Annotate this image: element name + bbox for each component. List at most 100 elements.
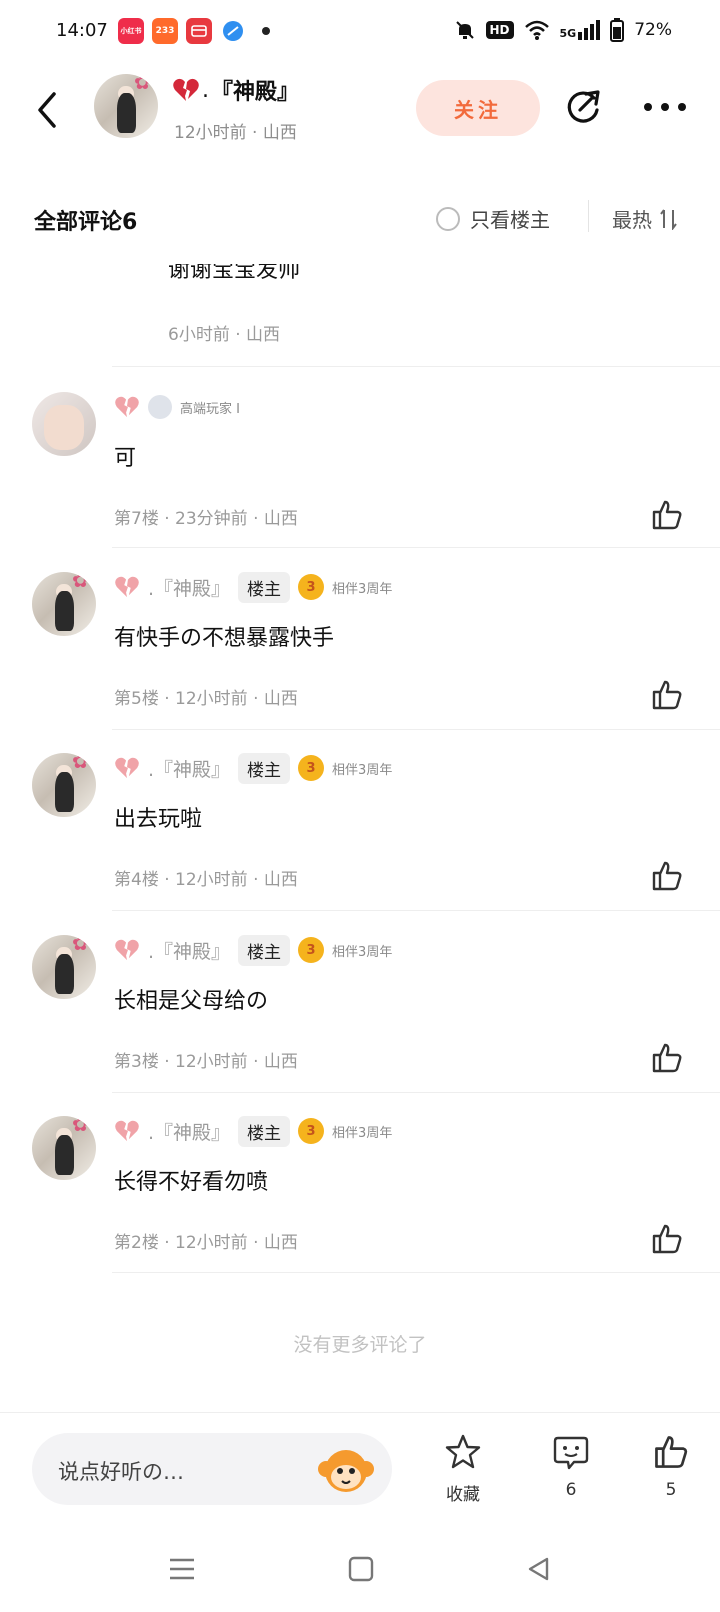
divider <box>112 910 720 911</box>
home-square-icon[interactable] <box>348 1556 374 1582</box>
author-meta: 12小时前 · 山西 <box>174 123 297 143</box>
comment-author-row[interactable]: .『神殿』 楼主 3 相伴3周年 <box>114 571 393 603</box>
thumbs-up-icon[interactable] <box>650 1041 684 1075</box>
radio-circle-icon <box>436 206 460 231</box>
comment-author-row[interactable]: .『神殿』 楼主 3 相伴3周年 <box>114 934 393 966</box>
battery-level: 72% <box>634 20 672 40</box>
thumbs-up-icon[interactable] <box>650 1222 684 1256</box>
comment-author-name: .『神殿』 <box>148 1121 231 1144</box>
signal-icon: 5G <box>560 20 601 40</box>
owner-badge: 楼主 <box>238 571 291 603</box>
status-indicators: HD 5G 72% <box>454 18 672 42</box>
status-time: 14:07 <box>56 20 108 41</box>
comment-item[interactable]: ✿ .『神殿』 楼主 3 相伴3周年 有快手の不想暴露快手 第5楼 · 12小时… <box>0 560 720 728</box>
comment-meta: 第3楼 · 12小时前 · 山西 <box>114 1052 298 1072</box>
comment-meta: 第2楼 · 12小时前 · 山西 <box>114 1233 298 1253</box>
commenter-avatar[interactable]: ✿ <box>32 1116 96 1180</box>
battery-icon <box>610 18 625 42</box>
author-avatar[interactable]: ✿ <box>94 74 158 138</box>
commenter-avatar[interactable]: ✿ <box>32 572 96 636</box>
commenter-avatar[interactable] <box>32 392 96 456</box>
divider <box>112 1092 720 1093</box>
comment-count-button[interactable]: 6 <box>536 1433 606 1500</box>
comments-header: 全部评论6 只看楼主 最热 <box>0 190 720 246</box>
medal-text: 相伴3周年 <box>332 762 393 778</box>
anniversary-medal-icon: 3 <box>298 574 325 600</box>
user-tag: 高端玩家 I <box>180 401 240 417</box>
comment-author-name: .『神殿』 <box>148 577 231 600</box>
star-icon <box>445 1434 481 1469</box>
thumbs-up-icon <box>655 1436 688 1468</box>
partial-reply-text: 谢谢宝宝发帅 <box>168 264 301 283</box>
comment-input[interactable]: 说点好听の… <box>32 1433 392 1505</box>
follow-button[interactable]: 关注 <box>416 80 540 136</box>
like-count: 5 <box>665 1480 677 1500</box>
comment-author-row[interactable]: 高端玩家 I <box>114 392 240 422</box>
broken-heart-icon <box>115 576 139 598</box>
system-navigation-bar <box>0 1532 720 1612</box>
wallet-app-icon <box>186 18 212 44</box>
anniversary-medal-icon: 3 <box>298 1118 325 1144</box>
comment-meta: 第5楼 · 12小时前 · 山西 <box>114 689 298 709</box>
comment-count: 6 <box>565 1480 577 1500</box>
comment-meta: 第4楼 · 12小时前 · 山西 <box>114 870 298 890</box>
post-header: ✿ . 『神殿』 12小时前 · 山西 <box>0 66 720 156</box>
author-name-row[interactable]: . 『神殿』 <box>172 74 299 106</box>
like-count-button[interactable]: 5 <box>636 1433 706 1500</box>
medal-text: 相伴3周年 <box>332 944 393 960</box>
flower-decoration-icon: ✿ <box>72 572 89 592</box>
medal-text: 相伴3周年 <box>332 581 393 597</box>
broken-heart-icon <box>173 78 199 101</box>
broken-heart-icon <box>115 757 139 779</box>
partial-reply-text-clip: 谢谢宝宝发帅 <box>168 264 568 284</box>
flower-decoration-icon: ✿ <box>72 935 89 955</box>
comment-item[interactable]: ✿ .『神殿』 楼主 3 相伴3周年 长得不好看勿喷 第2楼 · 12小时前 ·… <box>0 1104 720 1272</box>
favorite-button[interactable]: 收藏 <box>428 1433 498 1505</box>
comment-bubble-icon <box>553 1436 589 1470</box>
owner-badge: 楼主 <box>238 752 291 784</box>
owner-badge: 楼主 <box>238 934 291 966</box>
only-owner-toggle[interactable]: 只看楼主 <box>436 204 550 233</box>
divider <box>588 200 589 232</box>
flower-decoration-icon: ✿ <box>72 753 89 773</box>
comment-item[interactable]: ✿ .『神殿』 楼主 3 相伴3周年 出去玩啦 第4楼 · 12小时前 · 山西 <box>0 741 720 909</box>
comment-meta: 第7楼 · 23分钟前 · 山西 <box>114 509 298 529</box>
broken-heart-icon <box>115 1120 139 1142</box>
hd-badge: HD <box>485 21 514 39</box>
thumbs-up-icon[interactable] <box>650 498 684 532</box>
xiaohongshu-app-icon: 小红书 <box>118 18 144 44</box>
monkey-mascot-icon[interactable] <box>316 1443 376 1497</box>
broken-heart-icon <box>115 396 139 418</box>
owner-badge: 楼主 <box>238 1115 291 1147</box>
share-icon[interactable] <box>564 86 604 126</box>
comment-author-row[interactable]: .『神殿』 楼主 3 相伴3周年 <box>114 1115 392 1147</box>
back-arrow-icon[interactable] <box>34 90 58 130</box>
browser-app-icon <box>220 18 246 44</box>
commenter-avatar[interactable]: ✿ <box>32 935 96 999</box>
back-triangle-icon[interactable] <box>526 1556 550 1582</box>
233-app-icon: 233 <box>152 18 178 44</box>
favorite-label: 收藏 <box>446 1485 480 1505</box>
no-more-comments: 没有更多评论了 <box>293 1334 427 1356</box>
comment-text: 出去玩啦 <box>114 807 203 832</box>
anniversary-medal-icon: 3 <box>298 937 325 963</box>
status-bar: 14:07 小红书 233 HD 5G 72% <box>0 0 720 64</box>
comment-item[interactable]: 高端玩家 I 可 第7楼 · 23分钟前 · 山西 <box>0 380 720 548</box>
menu-lines-icon[interactable] <box>168 1556 196 1582</box>
notification-dot-icon <box>262 27 270 35</box>
commenter-avatar[interactable]: ✿ <box>32 753 96 817</box>
comment-text: 可 <box>114 446 137 471</box>
divider <box>112 547 720 548</box>
comment-author-name: .『神殿』 <box>148 758 231 781</box>
author-name: 『神殿』 <box>211 80 300 105</box>
wifi-icon <box>524 20 549 40</box>
comment-text: 有快手の不想暴露快手 <box>114 626 335 651</box>
more-options-icon[interactable] <box>644 103 686 111</box>
sort-button[interactable]: 最热 <box>612 204 678 233</box>
comment-author-row[interactable]: .『神殿』 楼主 3 相伴3周年 <box>114 752 393 784</box>
thumbs-up-icon[interactable] <box>650 678 684 712</box>
thumbs-up-icon[interactable] <box>650 859 684 893</box>
flower-decoration-icon: ✿ <box>72 1116 89 1136</box>
author-prefix: . <box>202 77 209 103</box>
comment-item[interactable]: ✿ .『神殿』 楼主 3 相伴3周年 长相是父母给の 第3楼 · 12小时前 ·… <box>0 923 720 1091</box>
